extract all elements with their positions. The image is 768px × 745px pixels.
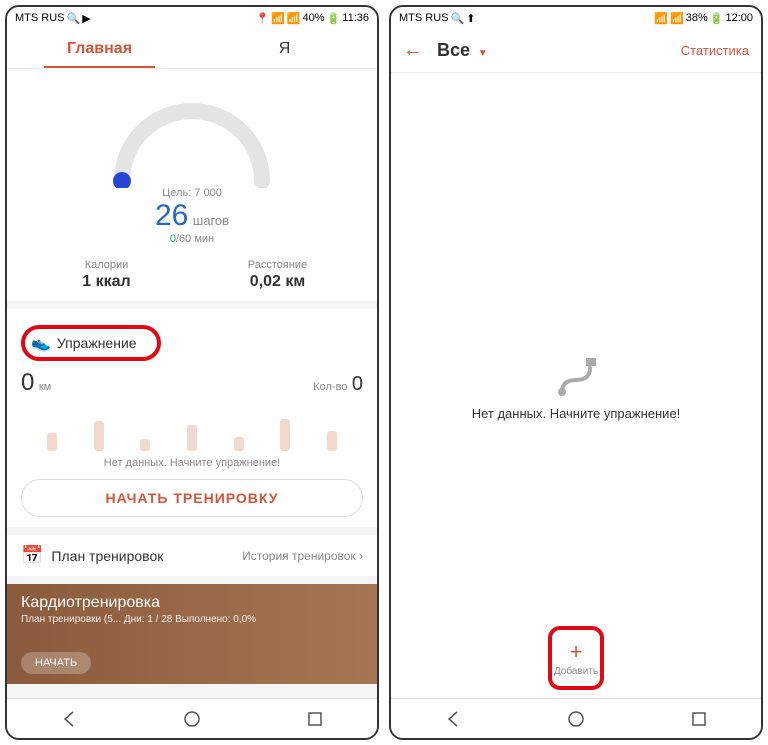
phone-right: MTS RUS 🔍 ⬆ 📶 📶 38% 🔋 12:00 ← Все ▼ Стат… — [389, 5, 763, 740]
nav-bar — [391, 698, 761, 738]
steps-label: шагов — [193, 213, 229, 228]
back-button[interactable] — [59, 709, 79, 729]
calendar-icon: 📅 — [21, 545, 43, 566]
status-bar: MTS RUS 🔍 ▶ 📍 📶 📶 40% 🔋 11:36 — [7, 7, 377, 29]
no-data-text: Нет данных. Начните упражнение! — [21, 457, 363, 469]
empty-text: Нет данных. Начните упражнение! — [472, 406, 681, 421]
status-time: 11:36 — [342, 12, 369, 24]
cardio-start-button[interactable]: НАЧАТЬ — [21, 652, 91, 674]
back-button[interactable] — [443, 709, 463, 729]
signal-icon: 📶 — [670, 12, 684, 25]
cardio-title: Кардиотренировка — [21, 594, 363, 612]
wifi-icon: 📶 — [271, 12, 285, 25]
chevron-down-icon: ▼ — [475, 48, 488, 59]
search-icon: 🔍 — [451, 12, 465, 25]
statistics-link[interactable]: Статистика — [681, 43, 749, 58]
nav-bar — [7, 698, 377, 738]
tab-main[interactable]: Главная — [7, 29, 192, 68]
calories-stat: Калории 1 ккал — [21, 259, 192, 291]
status-bar: MTS RUS 🔍 ⬆ 📶 📶 38% 🔋 12:00 — [391, 7, 761, 29]
filter-dropdown[interactable]: Все ▼ — [437, 40, 488, 61]
plan-card[interactable]: 📅 План тренировок История тренировок › — [7, 535, 377, 576]
status-time: 12:00 — [725, 12, 753, 24]
recent-button[interactable] — [305, 709, 325, 729]
search-icon: 🔍 — [67, 12, 81, 25]
start-training-button[interactable]: НАЧАТЬ ТРЕНИРОВКУ — [21, 479, 363, 517]
shoe-icon: 👟 — [31, 333, 51, 353]
signal-icon: 📶 — [287, 12, 301, 25]
header: ← Все ▼ Статистика — [391, 29, 761, 73]
phone-left: MTS RUS 🔍 ▶ 📍 📶 📶 40% 🔋 11:36 Главная Я — [5, 5, 379, 740]
plan-label: План тренировок — [51, 548, 163, 564]
steps-card[interactable]: Цель: 7 000 26 шагов 0/60 мин Калории 1 … — [7, 69, 377, 301]
goal-text: Цель: 7 000 — [21, 187, 363, 199]
plus-icon: + — [570, 639, 583, 665]
battery-icon: 🔋 — [710, 12, 724, 25]
exercise-label: Упражнение — [57, 335, 137, 351]
cardio-banner[interactable]: Кардиотренировка План тренировки (5... Д… — [7, 584, 377, 684]
exercise-highlight: 👟 Упражнение — [21, 325, 161, 361]
bars-chart — [21, 405, 363, 451]
tabs: Главная Я — [7, 29, 377, 69]
home-button[interactable] — [566, 709, 586, 729]
exercise-card[interactable]: 👟 Упражнение 0 км Кол-во 0 Нет данных. Н… — [7, 309, 377, 527]
distance-stat: Расстояние 0,02 км — [192, 259, 363, 291]
back-arrow[interactable]: ← — [403, 39, 423, 62]
wifi-icon: 📶 — [654, 12, 668, 25]
cardio-subtitle: План тренировки (5... Дни: 1 / 28 Выполн… — [21, 614, 363, 625]
steps-value: 26 — [155, 199, 188, 232]
empty-state: Нет данных. Начните упражнение! — [391, 73, 761, 698]
tab-me[interactable]: Я — [192, 29, 377, 68]
battery-percent: 38% — [686, 12, 708, 24]
location-icon: 📍 — [255, 12, 269, 25]
battery-icon: 🔋 — [327, 12, 341, 25]
carrier: MTS RUS — [15, 12, 65, 24]
count-value: 0 — [352, 373, 363, 395]
recent-button[interactable] — [689, 709, 709, 729]
km-value: 0 — [21, 369, 34, 396]
minutes: 0/60 мин — [21, 233, 363, 245]
play-icon: ▶ — [82, 12, 90, 25]
add-button[interactable]: + Добавить — [548, 626, 604, 690]
carrier: MTS RUS — [399, 12, 449, 24]
battery-percent: 40% — [303, 12, 325, 24]
home-button[interactable] — [182, 709, 202, 729]
history-link[interactable]: История тренировок › — [242, 549, 363, 563]
route-icon — [548, 350, 604, 406]
upload-icon: ⬆ — [466, 12, 475, 25]
steps-gauge — [102, 93, 282, 183]
content: Цель: 7 000 26 шагов 0/60 мин Калории 1 … — [7, 69, 377, 698]
